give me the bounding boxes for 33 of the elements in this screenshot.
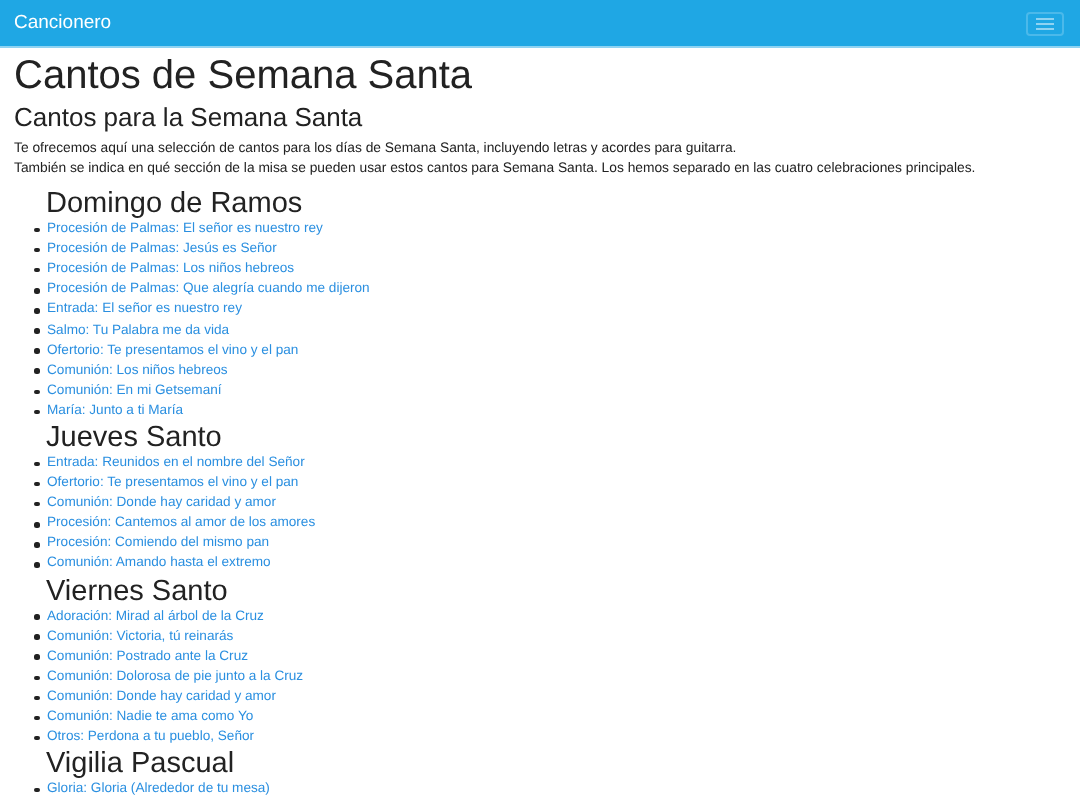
bullet-icon <box>34 614 39 620</box>
page-subtitle: Cantos para la Semana Santa <box>14 102 365 134</box>
bullet-icon <box>34 787 39 793</box>
bullet-icon <box>34 675 39 681</box>
bullet-icon <box>34 409 39 415</box>
bullet-icon <box>34 654 39 660</box>
bullet-icon <box>34 481 39 487</box>
section-heading: Viernes Santo <box>44 575 230 607</box>
bullet-icon <box>34 288 39 294</box>
bullet-icon <box>34 695 39 701</box>
section-heading: Vigilia Pascual <box>44 748 237 781</box>
bullet-icon <box>34 308 39 314</box>
section-heading: Domingo de Ramos <box>44 188 305 220</box>
bullet-icon <box>34 562 39 568</box>
bullet-icon <box>34 501 39 507</box>
bullet-icon <box>34 247 39 253</box>
section-heading: Jueves Santo <box>44 421 224 454</box>
bullet-icon <box>34 715 39 721</box>
bullet-icon <box>34 542 39 548</box>
bullet-icon <box>34 267 39 273</box>
bullet-icon <box>34 328 39 334</box>
brand-link[interactable]: Cancionero <box>14 12 112 34</box>
bullet-icon <box>34 227 39 233</box>
bullet-icon <box>34 368 39 374</box>
bullet-icon <box>34 461 39 467</box>
menu-icon <box>1036 17 1054 29</box>
bullet-icon <box>34 735 39 741</box>
page-title: Cantos de Semana Santa <box>14 52 475 100</box>
menu-toggle-button[interactable] <box>1026 11 1064 35</box>
bullet-icon <box>34 634 39 640</box>
bullet-icon <box>34 522 39 528</box>
bullet-icon <box>34 389 39 395</box>
bullet-icon <box>34 348 39 354</box>
